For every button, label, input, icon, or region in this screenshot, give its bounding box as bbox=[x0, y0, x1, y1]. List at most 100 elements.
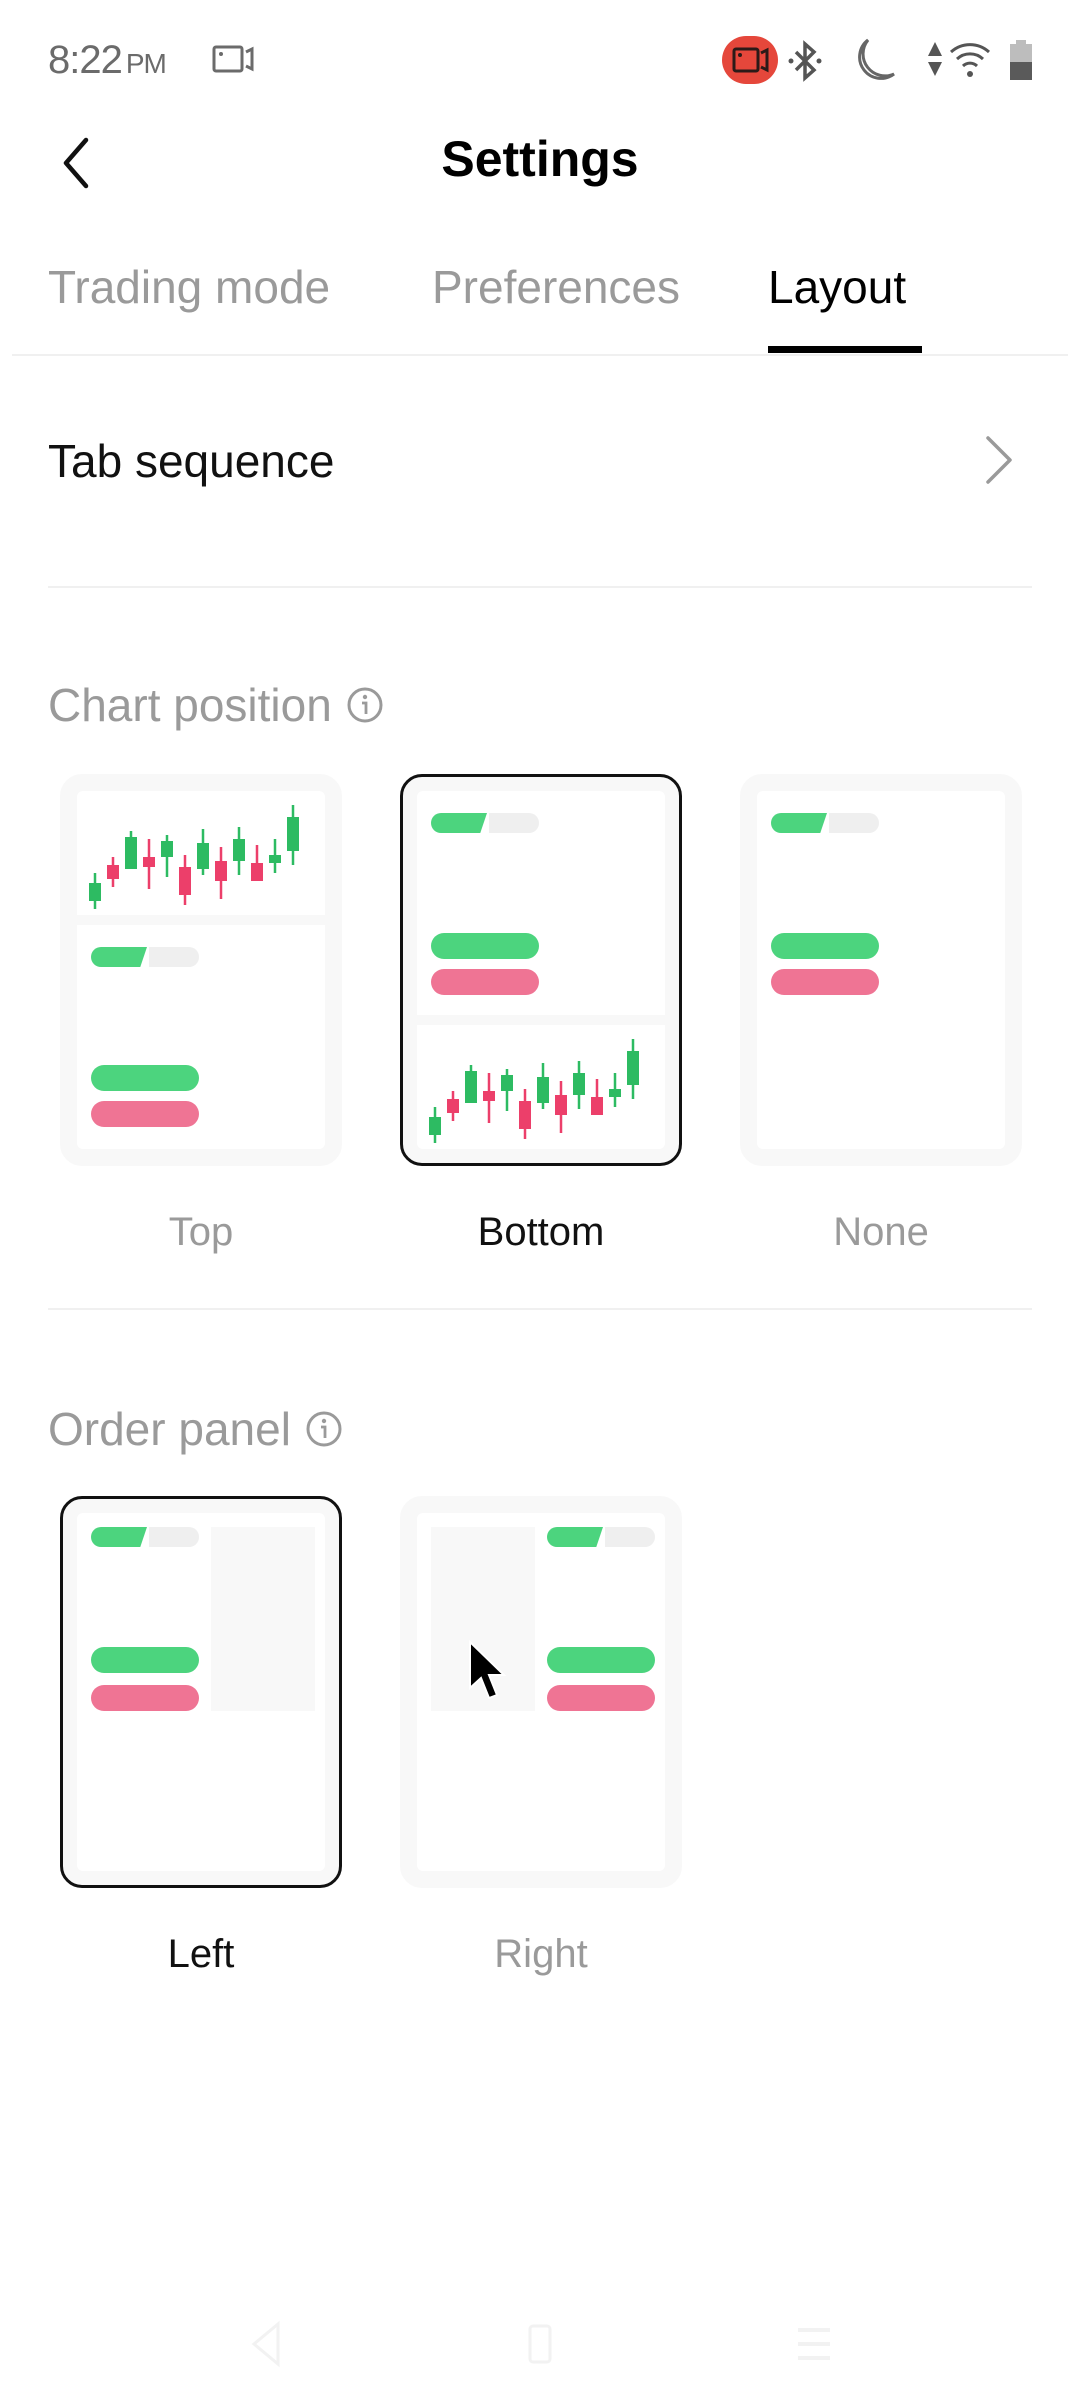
home-nav-icon[interactable] bbox=[510, 2314, 570, 2374]
candlestick bbox=[161, 835, 173, 877]
chart-position-option-bottom[interactable]: Bottom bbox=[400, 774, 682, 1255]
info-icon[interactable] bbox=[305, 1410, 343, 1448]
candle-body bbox=[465, 1071, 477, 1103]
chart-position-title-text: Chart position bbox=[48, 679, 332, 731]
chart-position-option-none[interactable]: None bbox=[740, 774, 1022, 1255]
candle-body bbox=[161, 841, 173, 857]
candlestick bbox=[447, 1091, 459, 1121]
settings-tabs: Trading mode Preferences Layout bbox=[0, 250, 1080, 356]
candle-body bbox=[501, 1075, 513, 1091]
candle-body bbox=[107, 865, 119, 879]
candlestick bbox=[627, 1039, 639, 1099]
buy-button-preview bbox=[547, 1647, 655, 1673]
option-preview bbox=[400, 774, 682, 1166]
candlestick bbox=[179, 855, 191, 905]
candle-body bbox=[197, 843, 209, 869]
back-nav-icon[interactable] bbox=[236, 2314, 296, 2374]
tab-trading-mode[interactable]: Trading mode bbox=[48, 260, 330, 314]
candlestick bbox=[287, 805, 299, 865]
candle-body bbox=[609, 1089, 621, 1097]
battery-icon bbox=[1010, 40, 1032, 80]
sell-tab-pill bbox=[149, 1527, 199, 1547]
sell-button-preview bbox=[431, 969, 539, 995]
option-label: Bottom bbox=[477, 1210, 605, 1254]
candle-body bbox=[251, 863, 263, 881]
option-label: Left bbox=[167, 1932, 235, 1976]
recording-indicator-icon bbox=[732, 47, 769, 73]
order-panel-title-text: Order panel bbox=[48, 1403, 291, 1455]
section-divider bbox=[48, 1308, 1032, 1310]
option-preview bbox=[400, 1496, 682, 1888]
buy-button-preview bbox=[771, 933, 879, 959]
candle-body bbox=[287, 817, 299, 851]
candlestick bbox=[537, 1063, 549, 1109]
wifi-icon bbox=[949, 43, 991, 77]
chevron-right-icon bbox=[986, 436, 1012, 484]
order-panel-title: Order panel bbox=[48, 1402, 343, 1456]
option-label: Top bbox=[168, 1210, 234, 1254]
chart-position-title: Chart position bbox=[48, 678, 384, 732]
sell-button-preview bbox=[91, 1685, 199, 1711]
order-panel-option-left[interactable]: Left bbox=[60, 1496, 342, 1977]
candle-body bbox=[429, 1117, 441, 1135]
data-arrows-icon bbox=[928, 42, 942, 76]
candlestick bbox=[269, 839, 281, 873]
candlestick bbox=[143, 839, 155, 889]
sell-tab-pill bbox=[829, 813, 879, 833]
candlestick bbox=[251, 845, 263, 881]
tabs-divider bbox=[12, 354, 1068, 356]
status-time: 8:22 PM bbox=[48, 38, 167, 83]
candlestick-preview bbox=[89, 805, 299, 909]
tab-sequence-row[interactable]: Tab sequence bbox=[48, 400, 1032, 520]
order-panel-option-right[interactable]: Right bbox=[400, 1496, 682, 1977]
candlestick bbox=[107, 857, 119, 887]
option-label: Right bbox=[494, 1932, 588, 1976]
candle-body bbox=[215, 861, 227, 881]
screen-record-icon bbox=[212, 45, 254, 73]
candle-body bbox=[125, 837, 137, 869]
buy-tab-pill bbox=[91, 1527, 147, 1547]
candle-body bbox=[447, 1099, 459, 1113]
status-bar: 8:22 PM bbox=[0, 0, 1080, 120]
candlestick bbox=[609, 1073, 621, 1107]
section-divider bbox=[48, 586, 1032, 588]
tab-layout[interactable]: Layout bbox=[768, 260, 906, 314]
candle-body bbox=[627, 1051, 639, 1085]
candle-body bbox=[269, 855, 281, 863]
recents-nav-icon[interactable] bbox=[784, 2314, 844, 2374]
buy-tab-pill bbox=[91, 947, 147, 967]
candlestick bbox=[465, 1065, 477, 1103]
buy-tab-pill bbox=[431, 813, 487, 833]
candle-body bbox=[143, 857, 155, 867]
order-pane bbox=[417, 791, 665, 1015]
candlestick bbox=[555, 1081, 567, 1133]
candlestick bbox=[89, 873, 101, 909]
mouse-cursor-icon bbox=[469, 1640, 507, 1700]
order-pane bbox=[77, 925, 325, 1149]
status-time-value: 8:22 bbox=[48, 38, 123, 82]
buy-button-preview bbox=[91, 1065, 199, 1091]
candlestick bbox=[197, 829, 209, 875]
buy-button-preview bbox=[91, 1647, 199, 1673]
option-label: None bbox=[833, 1210, 929, 1254]
candle-body bbox=[89, 883, 101, 901]
option-preview bbox=[60, 1496, 342, 1888]
candlestick bbox=[233, 827, 245, 875]
page-title: Settings bbox=[441, 131, 639, 187]
candle-body bbox=[555, 1095, 567, 1115]
candlestick bbox=[591, 1079, 603, 1115]
tab-preferences[interactable]: Preferences bbox=[432, 260, 680, 314]
chart-position-option-top[interactable]: Top bbox=[60, 774, 342, 1255]
sell-tab-pill bbox=[605, 1527, 655, 1547]
chart-pane bbox=[417, 1025, 665, 1149]
candle-body bbox=[483, 1091, 495, 1101]
candlestick bbox=[483, 1073, 495, 1123]
info-icon[interactable] bbox=[346, 686, 384, 724]
chart-pane bbox=[77, 791, 325, 915]
sell-button-preview bbox=[91, 1101, 199, 1127]
buy-tab-pill bbox=[547, 1527, 603, 1547]
candlestick-preview bbox=[429, 1039, 639, 1143]
system-nav-bar bbox=[0, 2300, 1080, 2400]
bluetooth-icon bbox=[788, 40, 822, 82]
sell-button-preview bbox=[771, 969, 879, 995]
